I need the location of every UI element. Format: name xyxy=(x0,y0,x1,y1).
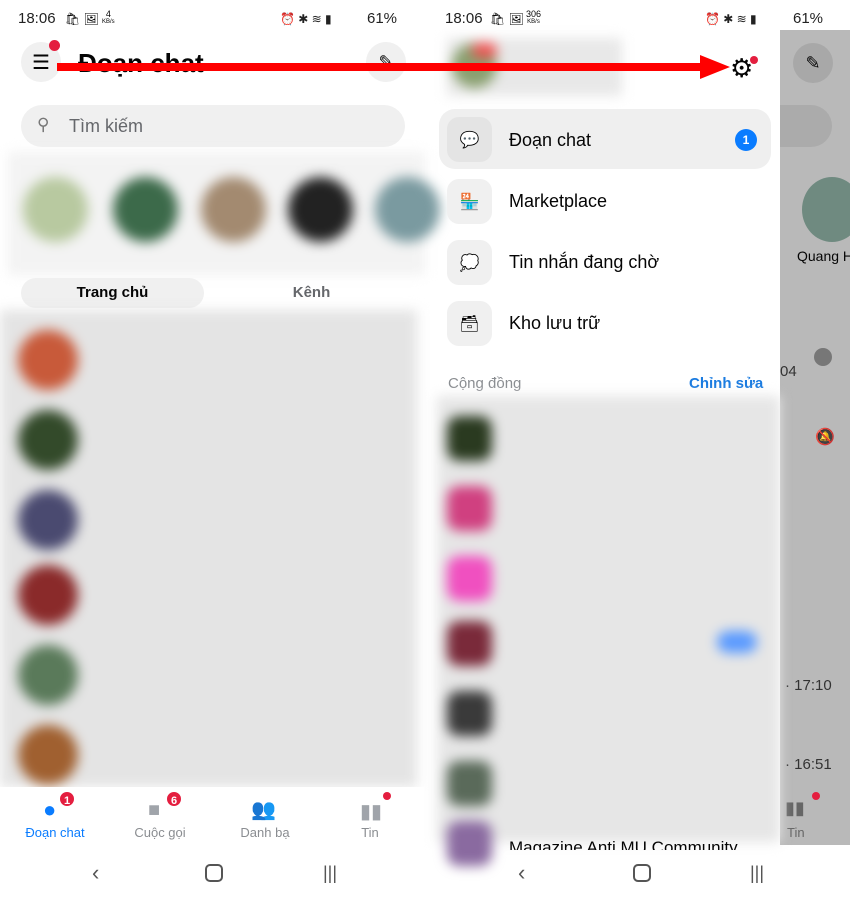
arrow-shaft xyxy=(57,63,702,71)
annotation-arrow xyxy=(57,55,730,79)
arrow-head xyxy=(700,55,730,79)
